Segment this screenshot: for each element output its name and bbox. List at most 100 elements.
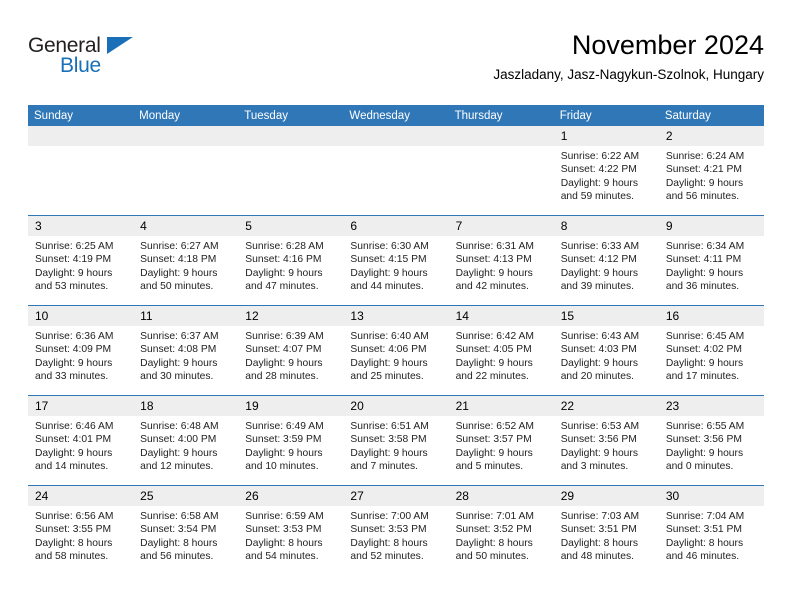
- calendar-day-cell[interactable]: 3 Sunrise: 6:25 AM Sunset: 4:19 PM Daylight…: [28, 215, 134, 306]
- day-details: Sunrise: 6:36 AM Sunset: 4:09 PM Daylight:…: [28, 326, 133, 383]
- sunset-text: Sunset: 4:03 PM: [560, 344, 637, 356]
- daylight-text-line2: and 42 minutes.: [455, 280, 529, 292]
- calendar-day-cell[interactable]: 23 Sunrise: 6:55 AM Sunset: 3:56 PM Dayligh…: [658, 395, 764, 486]
- calendar-day-cell[interactable]: 6 Sunrise: 6:30 AM Sunset: 4:15 PM Daylight…: [343, 215, 449, 306]
- daylight-text-line2: and 46 minutes.: [665, 550, 740, 562]
- calendar-day-cell[interactable]: 26 Sunrise: 6:59 AM Sunset: 3:53 PM Dayligh…: [238, 485, 344, 575]
- calendar-day-cell[interactable]: 10 Sunrise: 6:36 AM Sunset: 4:09 PM Dayligh…: [28, 305, 134, 396]
- sunset-text: Sunset: 4:02 PM: [665, 344, 742, 356]
- daylight-text-line2: and 3 minutes.: [560, 460, 629, 472]
- day-details: Sunrise: 6:58 AM Sunset: 3:54 PM Daylight:…: [133, 506, 238, 563]
- logo-text-blue: Blue: [60, 54, 101, 77]
- sunset-text: Sunset: 3:51 PM: [665, 524, 742, 536]
- daylight-text-line1: Daylight: 9 hours: [665, 177, 744, 189]
- day-details: Sunrise: 6:25 AM Sunset: 4:19 PM Daylight:…: [28, 236, 133, 293]
- daylight-text-line1: Daylight: 9 hours: [35, 267, 113, 279]
- calendar-day-cell[interactable]: 22 Sunrise: 6:53 AM Sunset: 3:56 PM Dayligh…: [553, 395, 659, 486]
- daylight-text-line1: Daylight: 9 hours: [560, 447, 638, 459]
- calendar-day-cell[interactable]: 20 Sunrise: 6:51 AM Sunset: 3:58 PM Dayligh…: [343, 395, 449, 486]
- sunrise-text: Sunrise: 6:53 AM: [560, 421, 640, 432]
- day-details: Sunrise: 6:39 AM Sunset: 4:07 PM Daylight:…: [238, 326, 343, 383]
- generalblue-logo[interactable]: General Blue: [28, 34, 158, 86]
- page-header: General Blue November 2024 Jaszladany, J…: [28, 28, 764, 90]
- calendar-day-cell[interactable]: 21 Sunrise: 6:52 AM Sunset: 3:57 PM Dayligh…: [448, 395, 554, 486]
- daylight-text-line1: Daylight: 9 hours: [560, 357, 638, 369]
- daylight-text-line1: Daylight: 9 hours: [350, 267, 428, 279]
- day-number: 4: [133, 216, 239, 236]
- calendar-day-cell[interactable]: 16 Sunrise: 6:45 AM Sunset: 4:02 PM Dayligh…: [658, 305, 764, 396]
- calendar-day-cell[interactable]: 18 Sunrise: 6:48 AM Sunset: 4:00 PM Dayligh…: [133, 395, 239, 486]
- day-number: 3: [28, 216, 134, 236]
- calendar-day-cell-empty: [238, 126, 344, 216]
- calendar-day-cell-empty: [343, 126, 449, 216]
- calendar-day-cell[interactable]: 17 Sunrise: 6:46 AM Sunset: 4:01 PM Dayligh…: [28, 395, 134, 486]
- calendar-day-cell[interactable]: 15 Sunrise: 6:43 AM Sunset: 4:03 PM Dayligh…: [553, 305, 659, 396]
- sunrise-text: Sunrise: 6:25 AM: [35, 241, 114, 252]
- calendar-day-cell[interactable]: 25 Sunrise: 6:58 AM Sunset: 3:54 PM Dayligh…: [133, 485, 239, 575]
- logo-triangle-icon: [107, 37, 133, 54]
- sunrise-text: Sunrise: 6:56 AM: [35, 511, 114, 522]
- sunset-text: Sunset: 3:57 PM: [455, 434, 532, 446]
- day-number: 17: [28, 396, 134, 416]
- day-number: 7: [448, 216, 554, 236]
- daylight-text-line2: and 52 minutes.: [350, 550, 424, 562]
- calendar-day-cell[interactable]: 27 Sunrise: 7:00 AM Sunset: 3:53 PM Dayligh…: [343, 485, 449, 575]
- weekday-header-thursday: Thursday: [448, 105, 554, 126]
- calendar-day-cell[interactable]: 5 Sunrise: 6:28 AM Sunset: 4:16 PM Daylight…: [238, 215, 344, 306]
- daylight-text-line2: and 22 minutes.: [455, 370, 529, 382]
- calendar-day-cell[interactable]: 19 Sunrise: 6:49 AM Sunset: 3:59 PM Dayligh…: [238, 395, 344, 486]
- daylight-text-line1: Daylight: 9 hours: [140, 447, 218, 459]
- sunrise-text: Sunrise: 6:49 AM: [245, 421, 324, 432]
- day-details: Sunrise: 6:40 AM Sunset: 4:06 PM Daylight:…: [343, 326, 448, 383]
- day-details: Sunrise: 6:46 AM Sunset: 4:01 PM Daylight:…: [28, 416, 133, 473]
- daylight-text-line2: and 56 minutes.: [665, 190, 740, 202]
- daylight-text-line1: Daylight: 9 hours: [665, 447, 744, 459]
- day-number: 20: [343, 396, 449, 416]
- daylight-text-line1: Daylight: 8 hours: [245, 537, 323, 549]
- sunset-text: Sunset: 3:56 PM: [665, 434, 742, 446]
- sunrise-text: Sunrise: 6:22 AM: [560, 151, 640, 162]
- daylight-text-line2: and 58 minutes.: [35, 550, 109, 562]
- daylight-text-line2: and 53 minutes.: [35, 280, 109, 292]
- sunrise-text: Sunrise: 6:39 AM: [245, 331, 324, 342]
- sunset-text: Sunset: 3:51 PM: [560, 524, 637, 536]
- day-number: 19: [238, 396, 344, 416]
- day-details: Sunrise: 6:27 AM Sunset: 4:18 PM Daylight:…: [133, 236, 238, 293]
- calendar-day-cell[interactable]: 29 Sunrise: 7:03 AM Sunset: 3:51 PM Dayligh…: [553, 485, 659, 575]
- day-number: 29: [553, 486, 659, 506]
- calendar-day-cell[interactable]: 12 Sunrise: 6:39 AM Sunset: 4:07 PM Dayligh…: [238, 305, 344, 396]
- calendar-week-row: 24 Sunrise: 6:56 AM Sunset: 3:55 PM Dayligh…: [28, 485, 764, 575]
- calendar-day-cell[interactable]: 14 Sunrise: 6:42 AM Sunset: 4:05 PM Dayligh…: [448, 305, 554, 396]
- weekday-header-tuesday: Tuesday: [238, 105, 344, 126]
- calendar-day-cell[interactable]: 8 Sunrise: 6:33 AM Sunset: 4:12 PM Daylight…: [553, 215, 659, 306]
- calendar-day-cell[interactable]: 24 Sunrise: 6:56 AM Sunset: 3:55 PM Dayligh…: [28, 485, 134, 575]
- calendar-day-cell[interactable]: 13 Sunrise: 6:40 AM Sunset: 4:06 PM Dayligh…: [343, 305, 449, 396]
- day-details: Sunrise: 6:53 AM Sunset: 3:56 PM Daylight:…: [554, 416, 659, 473]
- sunset-text: Sunset: 4:21 PM: [665, 164, 742, 176]
- daylight-text-line1: Daylight: 9 hours: [35, 357, 113, 369]
- sunrise-text: Sunrise: 7:00 AM: [350, 511, 429, 522]
- day-details: Sunrise: 6:34 AM Sunset: 4:11 PM Daylight:…: [659, 236, 764, 293]
- daylight-text-line2: and 0 minutes.: [665, 460, 734, 472]
- page-title: November 2024: [571, 30, 764, 60]
- daylight-text-line1: Daylight: 9 hours: [665, 267, 744, 279]
- sunrise-text: Sunrise: 6:24 AM: [665, 151, 745, 162]
- calendar-day-cell[interactable]: 7 Sunrise: 6:31 AM Sunset: 4:13 PM Daylight…: [448, 215, 554, 306]
- sunrise-text: Sunrise: 6:42 AM: [455, 331, 534, 342]
- calendar-day-cell[interactable]: 2 Sunrise: 6:24 AM Sunset: 4:21 PM Daylight…: [658, 126, 764, 216]
- weekday-header-saturday: Saturday: [658, 105, 764, 126]
- calendar-day-cell[interactable]: 1 Sunrise: 6:22 AM Sunset: 4:22 PM Daylight…: [553, 126, 659, 216]
- calendar-day-cell[interactable]: 30 Sunrise: 7:04 AM Sunset: 3:51 PM Dayligh…: [658, 485, 764, 575]
- calendar-day-cell[interactable]: 4 Sunrise: 6:27 AM Sunset: 4:18 PM Daylight…: [133, 215, 239, 306]
- calendar-day-cell[interactable]: 28 Sunrise: 7:01 AM Sunset: 3:52 PM Dayligh…: [448, 485, 554, 575]
- title-block: November 2024 Jaszladany, Jasz-Nagykun-S…: [493, 28, 764, 83]
- calendar-day-cell[interactable]: 9 Sunrise: 6:34 AM Sunset: 4:11 PM Daylight…: [658, 215, 764, 306]
- calendar-week-row: 1 Sunrise: 6:22 AM Sunset: 4:22 PM Daylight…: [28, 126, 764, 216]
- sunrise-text: Sunrise: 6:51 AM: [350, 421, 429, 432]
- day-details: Sunrise: 6:28 AM Sunset: 4:16 PM Daylight:…: [238, 236, 343, 293]
- daylight-text-line1: Daylight: 8 hours: [455, 537, 533, 549]
- calendar-day-cell[interactable]: 11 Sunrise: 6:37 AM Sunset: 4:08 PM Dayligh…: [133, 305, 239, 396]
- day-number: 27: [343, 486, 449, 506]
- daylight-text-line2: and 14 minutes.: [35, 460, 109, 472]
- daylight-text-line2: and 59 minutes.: [560, 190, 634, 202]
